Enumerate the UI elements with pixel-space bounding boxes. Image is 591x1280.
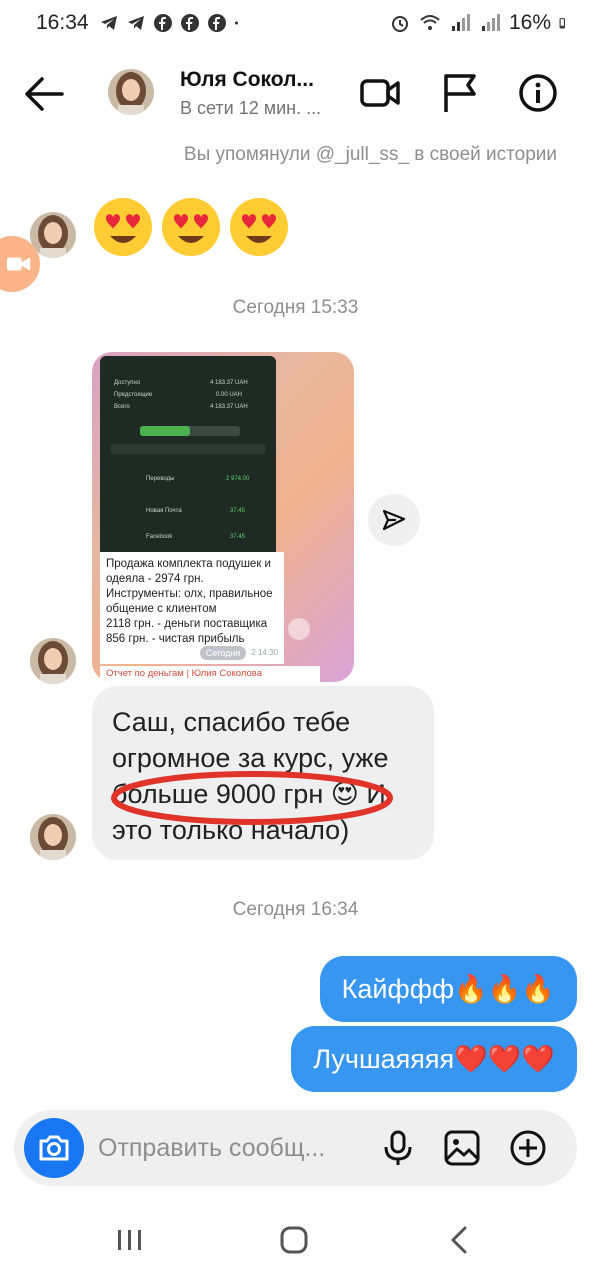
signal-icon — [481, 14, 500, 31]
outgoing-message[interactable]: Кайффф🔥🔥🔥 — [319, 956, 577, 1022]
heart-eyes-emoji — [162, 198, 220, 256]
caption-line: общение с клиентом — [106, 603, 217, 615]
outgoing-message[interactable]: Лучшаяяяя❤️❤️❤️ — [291, 1026, 577, 1092]
camera-icon — [39, 1135, 69, 1161]
phone-search — [110, 444, 266, 454]
battery-icon — [559, 18, 565, 29]
contact-name[interactable]: Юля Сокол... — [180, 68, 314, 92]
caption-time: 2 14:30 — [251, 648, 278, 657]
phone-row-value: 2 974.00 — [226, 476, 250, 482]
phone-row-label: Доступно — [114, 380, 141, 386]
caption-line: Инструменты: олх, правильное — [106, 588, 273, 600]
share-button[interactable] — [368, 494, 420, 546]
avatar[interactable] — [108, 69, 154, 115]
facebook-icon — [207, 14, 226, 32]
avatar-image — [108, 69, 154, 115]
avatar[interactable] — [30, 814, 76, 860]
microphone-icon[interactable] — [378, 1128, 418, 1168]
phone-row-label: Предстоящие — [114, 392, 153, 398]
system-status: 16% — [389, 11, 571, 35]
phone-row-value: 4 183.37 UAH — [210, 380, 248, 386]
phone-row-value: 0.00 UAH — [216, 392, 243, 398]
back-arrow-icon[interactable] — [22, 74, 66, 114]
telegram-icon — [127, 16, 144, 30]
facebook-icon — [153, 14, 172, 32]
recent-apps-icon[interactable] — [110, 1222, 150, 1258]
heart-eyes-emoji — [94, 198, 152, 256]
phone-row-value: 37.45 — [230, 534, 246, 540]
caption-card: Продажа комплекта подушек и одеяла - 297… — [100, 552, 284, 664]
date-separator: Сегодня 16:34 — [232, 899, 359, 920]
info-icon[interactable] — [516, 72, 560, 114]
message-composer — [14, 1110, 577, 1186]
contact-status: В сети 12 мин. ... — [180, 98, 322, 118]
battery-percent: 16% — [508, 11, 551, 34]
phone-row-value: 4 183.37 UAH — [210, 404, 248, 410]
avatar-image — [30, 638, 76, 684]
system-nav-bar — [0, 1200, 591, 1280]
phone-row-label: Всего — [114, 404, 130, 410]
emoji-reaction-message[interactable] — [92, 196, 290, 258]
add-circle-icon[interactable] — [508, 1128, 548, 1168]
back-nav-icon[interactable] — [440, 1222, 480, 1258]
dot-icon — [234, 21, 238, 25]
alarm-icon — [391, 16, 408, 32]
telegram-icon — [100, 16, 117, 30]
story-mention-note: Вы упомянули @_jull_ss_ в своей истории — [183, 144, 557, 165]
phone-tabs — [140, 426, 240, 436]
phone-row-label: Переводы — [146, 476, 175, 482]
avatar[interactable] — [30, 638, 76, 684]
chat-header: Юля Сокол... В сети 12 мин. ... — [0, 56, 591, 130]
video-call-icon[interactable] — [358, 72, 402, 114]
status-bar: 16:34 16% — [0, 0, 591, 46]
wifi-icon — [420, 15, 440, 30]
heart-eyes-emoji — [230, 198, 288, 256]
signal-icon — [451, 14, 470, 31]
banking-screenshot: Доступно 4 183.37 UAH Предстоящие 0.00 U… — [100, 356, 276, 552]
phone-row-value: 37.45 — [230, 508, 246, 514]
incoming-message[interactable]: Саш, спасибо тебе огромное за курс, уже … — [92, 686, 434, 860]
date-separator: Сегодня 15:33 — [232, 297, 359, 318]
phone-row-label: Новая Почта — [146, 508, 182, 514]
shared-screenshot-image[interactable]: Доступно 4 183.37 UAH Предстоящие 0.00 U… — [92, 352, 354, 682]
phone-row-label: Facebook — [146, 534, 173, 540]
send-icon — [382, 509, 406, 531]
report-label: Отчет по деньгам | Юлия Соколова — [100, 666, 320, 682]
camera-button[interactable] — [24, 1118, 84, 1178]
home-icon[interactable] — [274, 1222, 314, 1258]
caption-line: одеяла - 2974 грн. — [106, 573, 204, 585]
facebook-icon — [180, 14, 199, 32]
caption-line: Продажа комплекта подушек и — [106, 558, 271, 570]
gallery-icon[interactable] — [442, 1128, 482, 1168]
today-pill: Сегодня — [200, 646, 246, 660]
avatar-image — [30, 814, 76, 860]
notification-icons — [99, 13, 244, 33]
forward-icon — [288, 618, 310, 640]
video-camera-icon — [6, 257, 31, 271]
status-time: 16:34 — [36, 11, 89, 34]
caption-line: 2118 грн. - деньги поставщика — [106, 618, 268, 630]
flag-icon[interactable] — [438, 72, 482, 114]
message-input[interactable] — [98, 1130, 368, 1166]
